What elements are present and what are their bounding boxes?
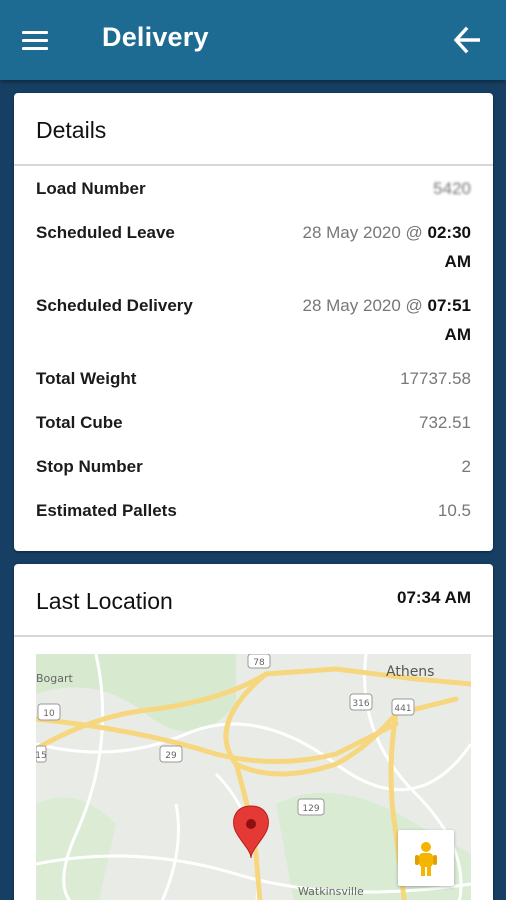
details-title: Details [36, 117, 107, 143]
route-badge: 29 [165, 751, 177, 761]
row-stop-number: Stop Number 2 [36, 452, 471, 481]
route-badge: 15 [36, 751, 47, 761]
map-label-bogart: Bogart [36, 672, 74, 685]
street-view-pegman-icon[interactable] [398, 830, 454, 886]
map-label-athens: Athens [386, 664, 434, 680]
arrow-left-icon[interactable] [452, 26, 484, 54]
row-scheduled-leave: Scheduled Leave 28 May 2020 @ 02:30 AM [36, 218, 471, 276]
scheduled-delivery-time: 07:51 [427, 296, 471, 315]
load-number-value: 5420 [433, 179, 471, 198]
app-bar: Delivery [0, 0, 506, 80]
details-header: Details [14, 93, 493, 166]
total-cube-label: Total Cube [36, 413, 123, 432]
estimated-pallets-value: 10.5 [437, 501, 471, 520]
load-number-label: Load Number [36, 179, 146, 198]
route-badge: 10 [43, 709, 55, 719]
estimated-pallets-label: Estimated Pallets [36, 501, 177, 520]
scheduled-delivery-label: Scheduled Delivery [36, 296, 193, 315]
route-badge: 78 [253, 658, 265, 668]
scheduled-leave-date: 28 May 2020 @ [302, 223, 428, 242]
row-estimated-pallets: Estimated Pallets 10.5 [36, 496, 471, 525]
total-weight-label: Total Weight [36, 369, 137, 388]
row-total-weight: Total Weight 17737.58 [36, 364, 471, 393]
last-location-header: Last Location 07:34 AM [14, 564, 493, 637]
stop-number-label: Stop Number [36, 457, 143, 476]
total-weight-value: 17737.58 [400, 369, 471, 388]
row-scheduled-delivery: Scheduled Delivery 28 May 2020 @ 07:51 A… [36, 291, 471, 349]
location-map[interactable]: 78 10 29 15 316 441 129 Athens Bogart Wa… [36, 654, 471, 900]
total-cube-value: 732.51 [419, 413, 471, 432]
hamburger-menu-icon[interactable] [22, 24, 56, 56]
map-label-watkinsville: Watkinsville [298, 885, 364, 898]
scheduled-leave-time: 02:30 [427, 223, 471, 242]
scheduled-delivery-ampm: AM [444, 325, 471, 344]
scheduled-delivery-value: 28 May 2020 @ 07:51 AM [303, 291, 471, 349]
details-card: Details Load Number 5420 Scheduled Leave… [14, 93, 493, 551]
row-load-number: Load Number 5420 [36, 174, 471, 203]
route-badge: 129 [302, 804, 319, 814]
stop-number-value: 2 [461, 457, 471, 476]
route-badge: 441 [394, 704, 411, 714]
scheduled-delivery-date: 28 May 2020 @ [302, 296, 428, 315]
details-rows: Load Number 5420 Scheduled Leave 28 May … [14, 174, 493, 525]
scheduled-leave-label: Scheduled Leave [36, 223, 175, 242]
row-total-cube: Total Cube 732.51 [36, 408, 471, 437]
last-location-card: Last Location 07:34 AM 78 10 29 15 316 4… [14, 564, 493, 900]
last-location-title: Last Location [36, 588, 173, 614]
page-title: Delivery [102, 22, 209, 52]
scheduled-leave-ampm: AM [444, 252, 471, 271]
last-location-time: 07:34 AM [396, 588, 471, 607]
scheduled-leave-value: 28 May 2020 @ 02:30 AM [303, 218, 471, 276]
route-badge: 316 [352, 699, 369, 709]
